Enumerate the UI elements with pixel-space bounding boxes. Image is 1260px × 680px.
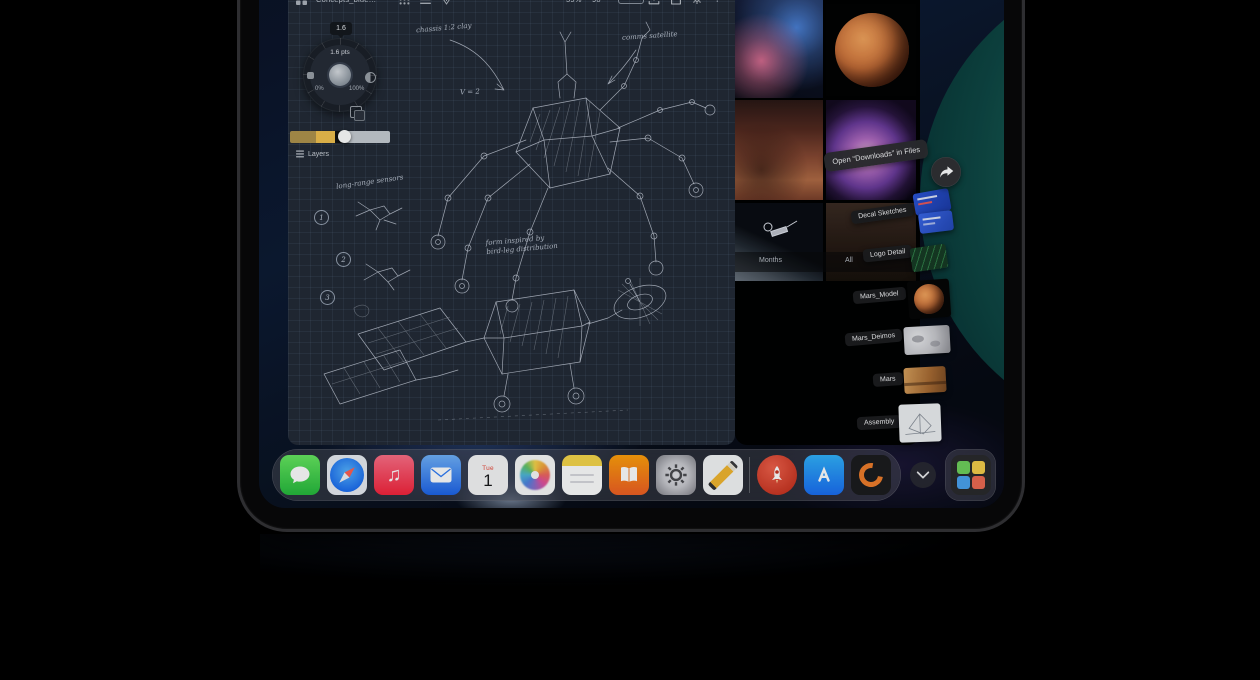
compass-needle-icon — [330, 458, 364, 492]
opacity-max-label: 100% — [349, 86, 364, 92]
annotation-formula: V = 2 — [460, 87, 480, 97]
ipad-screen: Concepts_blue… 59% 90° PRO — [259, 0, 1004, 508]
zoom-level[interactable]: 59% — [566, 0, 582, 4]
concepts-app-window[interactable]: Concepts_blue… 59% 90° PRO — [288, 0, 735, 445]
drag-thumb-assembly[interactable] — [898, 403, 941, 442]
settings-gear-icon[interactable] — [691, 0, 703, 5]
brush-swatch-icon[interactable] — [307, 72, 314, 79]
music-note-icon: ♫ — [387, 464, 402, 487]
drag-item-label[interactable]: Assembly — [857, 415, 902, 430]
dock-messages-app[interactable] — [280, 455, 320, 495]
c-ring-icon — [854, 458, 887, 491]
device-reflection — [260, 534, 1000, 588]
chevron-down-icon — [915, 469, 931, 481]
contrast-icon[interactable] — [365, 72, 376, 83]
drag-thumb-decal-2[interactable] — [918, 210, 954, 234]
dock-music-app[interactable]: ♫ — [374, 455, 414, 495]
dock-sketch-app[interactable] — [703, 455, 743, 495]
pencil-icon — [708, 460, 738, 490]
dock-divider — [749, 457, 750, 493]
rocket-icon — [765, 463, 789, 487]
grid-dots-icon[interactable] — [399, 0, 410, 5]
menu-lines-icon[interactable] — [420, 0, 431, 5]
layers-panel-header[interactable]: Layers — [296, 150, 329, 158]
note-line — [570, 481, 594, 483]
dock-mail-app[interactable] — [421, 455, 461, 495]
document-title[interactable]: Concepts_blue… — [316, 0, 376, 4]
photos-flower-center — [531, 471, 539, 479]
dock-app-store-app[interactable] — [804, 455, 844, 495]
brush-tool-wheel[interactable]: 1.6 pts 0% 100% — [303, 38, 377, 112]
annotation-sensors: long-range sensors — [336, 173, 404, 191]
share-icon[interactable] — [670, 0, 682, 5]
open-book-icon — [617, 463, 641, 487]
ipad-device: Concepts_blue… 59% 90° PRO — [237, 0, 1025, 532]
dock-suggested-island — [945, 449, 996, 501]
envelope-icon — [430, 467, 452, 483]
tab-all[interactable]: All — [845, 257, 853, 264]
color-slider-handle[interactable] — [338, 130, 351, 143]
widget-grid-icon — [957, 461, 985, 489]
layers-label: Layers — [308, 151, 329, 158]
brush-size-label: 1.6 pts — [315, 49, 365, 56]
layers-menu-icon — [296, 150, 304, 158]
dock-suggested-app[interactable] — [951, 455, 991, 495]
annotation-step-1: 1 — [314, 210, 329, 225]
photo-nebula[interactable] — [735, 0, 823, 98]
pen-nib-icon[interactable] — [441, 0, 452, 5]
dock-books-app[interactable] — [609, 455, 649, 495]
opacity-min-label: 0% — [315, 86, 324, 92]
dock-render-app[interactable] — [851, 455, 891, 495]
drag-thumb-mars[interactable] — [903, 366, 946, 394]
dock-photos-app[interactable] — [515, 455, 555, 495]
dock-safari-app[interactable] — [327, 455, 367, 495]
dock-settings-app[interactable] — [656, 455, 696, 495]
forward-arrow-icon — [938, 165, 954, 180]
layer-chip-icon[interactable] — [350, 106, 362, 118]
annotation-satellite: comms satellite — [622, 30, 678, 43]
tab-months[interactable]: Months — [759, 257, 782, 264]
dock-notes-app[interactable] — [562, 455, 602, 495]
apps-grid-icon[interactable] — [296, 0, 307, 5]
annotation-step-3: 3 — [320, 290, 335, 305]
dock-collapse-button[interactable] — [910, 462, 936, 488]
brush-size-tooltip: 1.6 — [330, 22, 352, 35]
brush-wheel-knob[interactable] — [329, 64, 351, 86]
rotation-value[interactable]: 90° — [592, 0, 604, 4]
dock-rocket-app[interactable] — [757, 455, 797, 495]
share-drag-button[interactable] — [931, 157, 961, 187]
calendar-day: 1 — [483, 472, 492, 489]
dock: ♫ Tue 1 — [272, 449, 901, 501]
app-store-a-icon — [812, 463, 836, 487]
drag-thumb-logo[interactable] — [910, 244, 949, 273]
download-icon[interactable] — [648, 0, 660, 5]
photo-mars-surface[interactable] — [735, 100, 823, 200]
drag-item-label[interactable]: Mars — [873, 372, 903, 387]
note-line — [570, 474, 594, 476]
drag-thumb-mars-model[interactable] — [907, 279, 952, 320]
color-slider[interactable] — [290, 131, 390, 143]
message-bubble-icon — [288, 463, 312, 487]
stage: Concepts_blue… 59% 90° PRO — [0, 0, 1260, 680]
annotation-step-2: 2 — [336, 252, 351, 267]
drag-thumb-mars-deimos[interactable] — [903, 325, 950, 355]
mars-sphere — [835, 13, 909, 87]
annotation-inspiration: form inspired by bird-leg distribution — [485, 233, 558, 257]
help-button[interactable]: ? — [715, 0, 720, 4]
dock-calendar-app[interactable]: Tue 1 — [468, 455, 508, 495]
gear-icon — [663, 462, 689, 488]
pro-badge[interactable]: PRO — [618, 0, 644, 4]
photo-mars-planet[interactable] — [826, 4, 916, 96]
annotation-chassis: chassis 1:2 clay — [416, 22, 472, 36]
